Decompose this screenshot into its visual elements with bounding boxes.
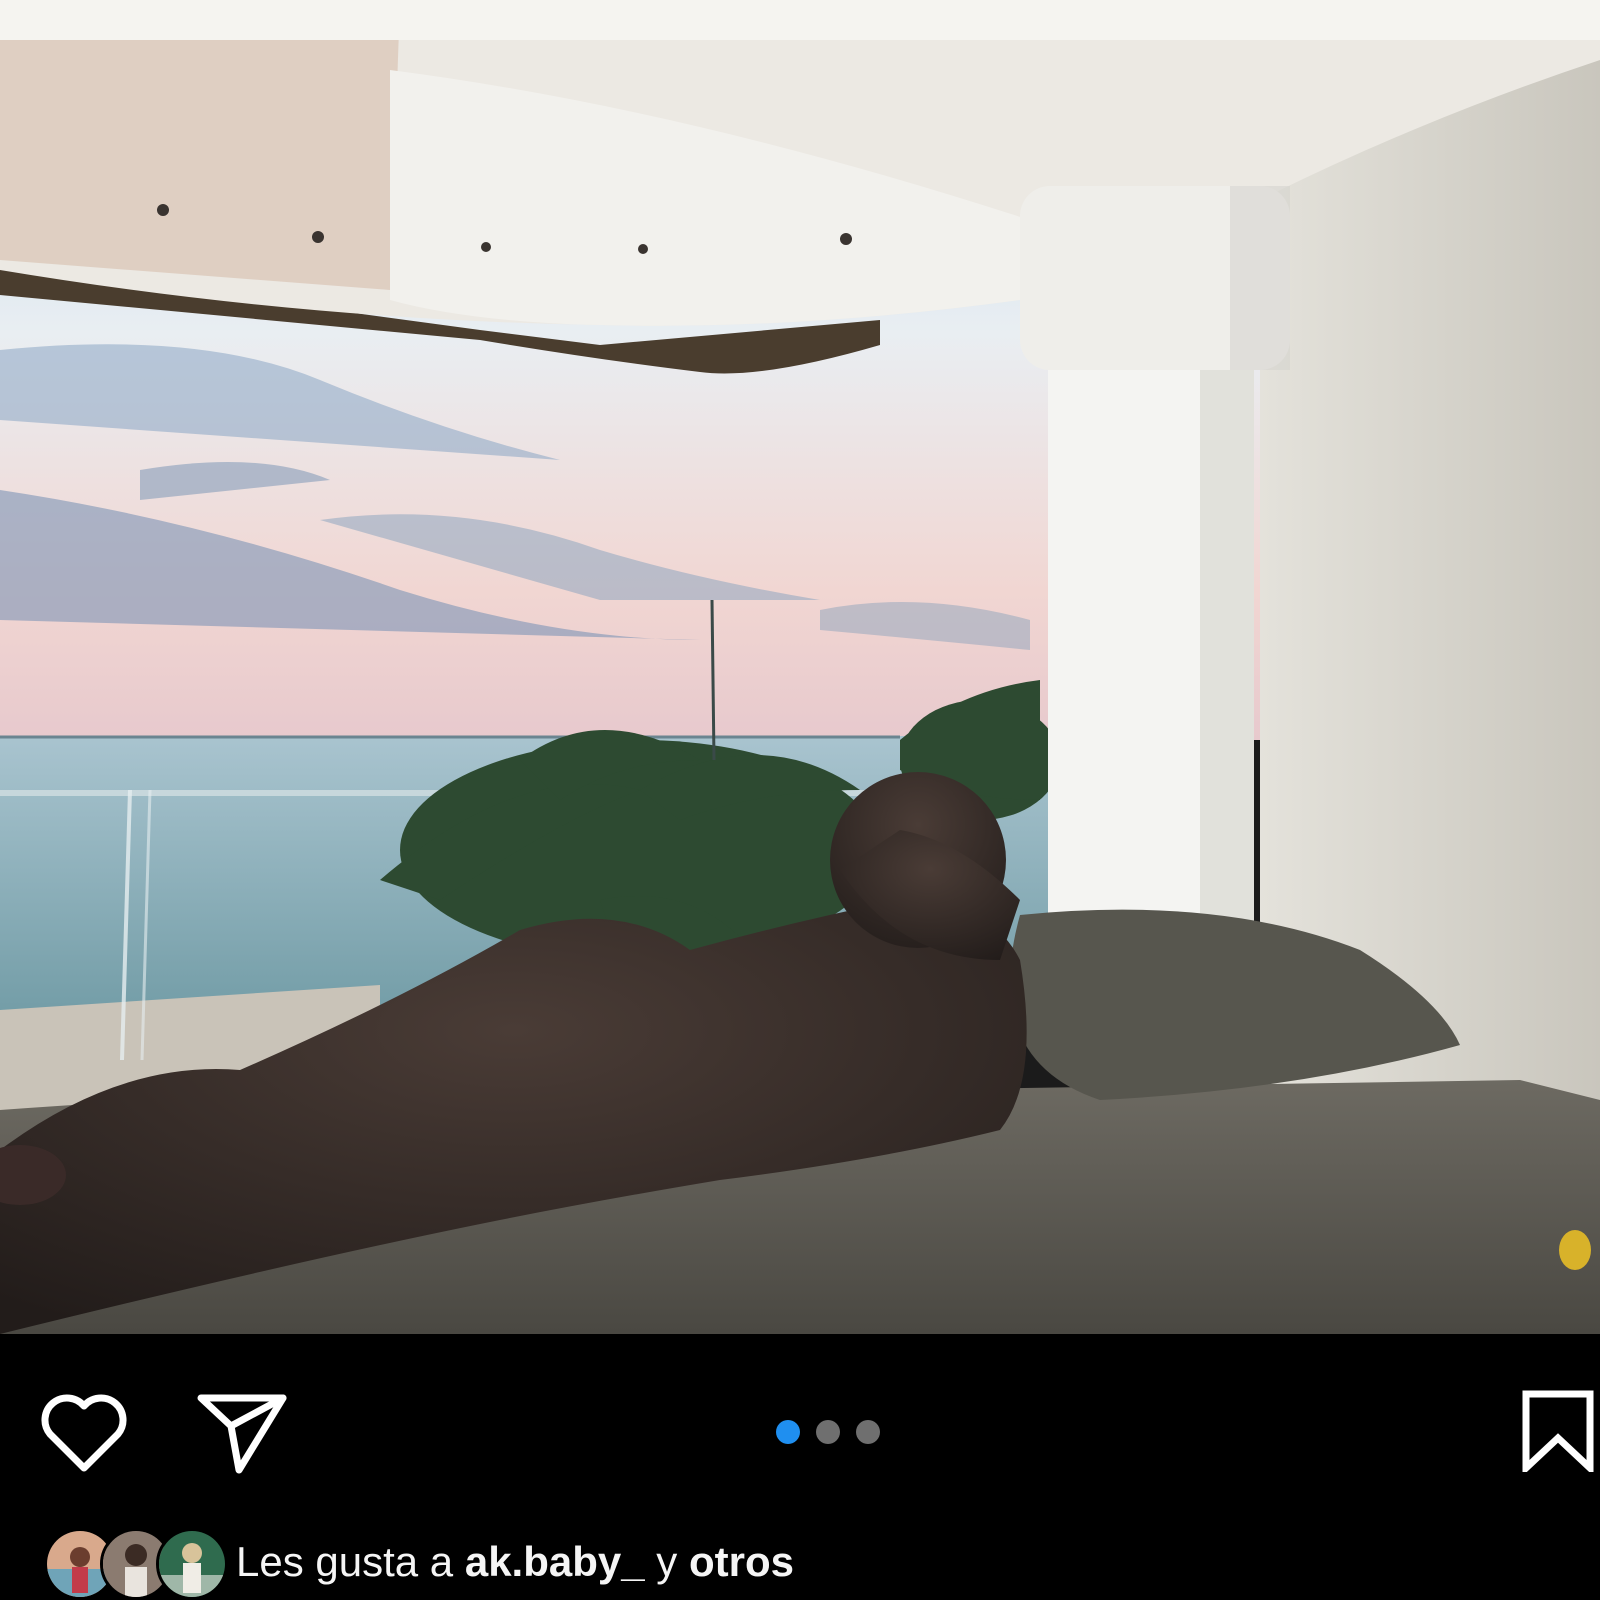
save-button[interactable] [1520,1386,1596,1476]
avatar-image [159,1531,225,1597]
carousel-indicator [776,1420,880,1444]
share-button[interactable] [194,1388,290,1478]
carousel-dot [856,1420,880,1444]
likes-text: Les gusta a ak.baby_ y otros [236,1536,794,1588]
likes-others-link[interactable]: otros [689,1538,794,1585]
post-image[interactable] [0,0,1600,1334]
instagram-post: Les gusta a ak.baby_ y otros [0,0,1600,1600]
heart-icon [41,1394,127,1472]
post-action-bar [0,1334,1600,1484]
likes-prefix: Les gusta a [236,1538,454,1585]
likes-connector: y [656,1538,678,1585]
paper-plane-icon [197,1394,287,1474]
liker-avatars[interactable] [44,1528,228,1600]
like-button[interactable] [34,1388,134,1478]
liker-username-link[interactable]: ak.baby_ [465,1538,645,1585]
carousel-dot-active [776,1420,800,1444]
carousel-dot [816,1420,840,1444]
bookmark-icon [1522,1390,1594,1472]
likes-summary: Les gusta a ak.baby_ y otros [0,1484,1600,1600]
avatar[interactable] [156,1528,228,1600]
post-image-illustration [0,0,1600,1334]
